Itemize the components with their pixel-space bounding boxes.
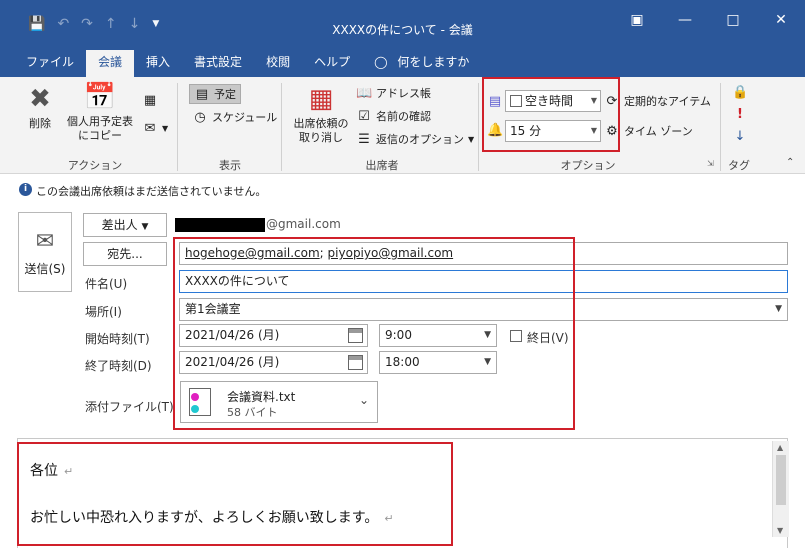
lightbulb-icon: ◯ (374, 55, 388, 69)
show-as-icon: ▤ (488, 94, 502, 109)
chevron-down-icon[interactable]: ▼ (775, 299, 782, 320)
paragraph-mark-icon: ↵ (384, 512, 394, 525)
chevron-down-icon[interactable]: ⌄ (359, 393, 369, 407)
restore-ribbon-icon[interactable]: ▣ (613, 12, 661, 28)
tab-meeting[interactable]: 会議 (86, 50, 135, 77)
maximize-icon[interactable]: □ (709, 12, 757, 28)
close-icon[interactable]: ✕ (757, 12, 805, 28)
start-date-input[interactable]: 2021/04/26 (月) (179, 324, 368, 347)
title-bar: 💾 ↶ ↷ ↑ ↓ ▼ XXXXの件について - 会議 ▣ — □ ✕ (0, 0, 805, 50)
calendar-icon[interactable] (348, 328, 363, 343)
check-names-icon: ☑ (358, 108, 370, 124)
tab-help[interactable]: ヘルプ (302, 50, 362, 77)
start-label: 開始時刻(T) (85, 332, 150, 346)
cancel-invitation-icon: ▦ (308, 84, 334, 114)
show-as-select[interactable]: 空き時間 ▼ (505, 90, 601, 112)
calendar-copy-icon: 📅 (83, 82, 117, 112)
copy-to-calendar-button[interactable]: 📅 個人用予定表 にコピー (60, 83, 140, 143)
attachment-label: 添付ファイル(T) (85, 400, 174, 414)
minimize-icon[interactable]: — (661, 12, 709, 28)
delete-button[interactable]: ✖ 削除 (22, 85, 58, 131)
recurrence-icon: ⟳ (606, 93, 618, 109)
collapse-ribbon-icon[interactable]: ⌃ (786, 157, 794, 168)
appointment-icon: ▤ (195, 86, 209, 102)
address-book-button[interactable]: 📖 アドレス帳 (356, 85, 431, 101)
response-options-button[interactable]: ☰ 返信のオプション ▼ (356, 131, 474, 147)
reminder-select[interactable]: 15 分 ▼ (505, 120, 601, 142)
send-icon: ✉ (35, 229, 55, 254)
end-label: 終了時刻(D) (85, 359, 152, 373)
redacted-sender (175, 218, 265, 232)
private-lock-icon[interactable]: 🔒 (732, 85, 748, 100)
end-date-input[interactable]: 2021/04/26 (月) (179, 351, 368, 374)
chevron-down-icon[interactable]: ▼ (484, 325, 491, 346)
tab-review[interactable]: 校閲 (254, 50, 302, 77)
chevron-down-icon: ▼ (590, 96, 597, 105)
body-line-request: お忙しい中恐れ入りますが、よろしくお願い致します。 ↵ (30, 510, 394, 526)
scroll-down-icon[interactable]: ▼ (777, 526, 783, 535)
chevron-down-icon: ▼ (590, 126, 597, 135)
paragraph-mark-icon: ↵ (64, 465, 74, 478)
scroll-thumb[interactable] (776, 455, 786, 505)
recurrence-button[interactable]: ⟳ 定期的なアイテム (604, 93, 711, 109)
scroll-up-icon[interactable]: ▲ (777, 443, 783, 452)
info-text: この会議出席依頼はまだ送信されていません。 (36, 185, 267, 198)
group-label-options: オプション (560, 159, 616, 172)
scheduling-button[interactable]: ◷ スケジュール (192, 109, 277, 125)
attachment-item[interactable]: 会議資料.txt 58 バイト ⌄ (180, 381, 378, 423)
high-importance-icon[interactable]: ! (732, 107, 748, 122)
all-day-label: 終日(V) (527, 331, 569, 345)
low-importance-icon[interactable]: ↓ (732, 129, 748, 144)
end-time-select[interactable]: 18:00 ▼ (379, 351, 497, 374)
group-label-tags: タグ (728, 159, 750, 172)
send-button[interactable]: ✉ 送信(S) (18, 212, 72, 292)
ribbon-tabs: ファイル 会議 挿入 書式設定 校閲 ヘルプ ◯ 何をしますか (0, 50, 805, 77)
check-names-button[interactable]: ☑ 名前の確認 (356, 108, 431, 124)
info-icon: i (19, 183, 32, 196)
address-book-icon: 📖 (356, 85, 373, 101)
time-zones-button[interactable]: ⚙ タイム ゾーン (604, 123, 693, 139)
subject-label: 件名(U) (85, 277, 128, 291)
text-file-icon (189, 388, 211, 416)
tab-format[interactable]: 書式設定 (182, 50, 254, 77)
all-day-checkbox[interactable] (510, 330, 522, 342)
delete-icon: ✖ (29, 84, 51, 114)
reminder-icon: 🔔 (487, 123, 504, 138)
tell-me[interactable]: ◯ 何をしますか (362, 50, 481, 77)
cancel-invitation-button[interactable]: ▦ 出席依頼の 取り消し (288, 85, 354, 145)
response-options-icon: ☰ (358, 131, 370, 147)
chevron-down-icon: ▼ (141, 222, 149, 232)
from-email-suffix: @gmail.com (266, 217, 341, 231)
more-actions-button[interactable]: ✉ ▼ (142, 121, 169, 136)
group-label-attendees: 出席者 (365, 159, 399, 172)
notes-icon: ▦ (143, 93, 157, 108)
dialog-launcher-icon[interactable]: ⇲ (707, 159, 714, 168)
chevron-down-icon[interactable]: ▼ (484, 352, 491, 373)
to-field[interactable]: hogehoge@gmail.com; piyopiyo@gmail.com (179, 242, 788, 265)
message-body[interactable] (17, 438, 788, 548)
tab-insert[interactable]: 挿入 (134, 50, 182, 77)
appointment-button[interactable]: ▤ 予定 (189, 84, 241, 104)
group-label-action: アクション (67, 159, 123, 172)
group-label-show: 表示 (219, 159, 241, 172)
envelope-icon: ✉ (144, 121, 156, 136)
meeting-notes-button[interactable]: ▦ (142, 93, 158, 108)
location-input[interactable]: 第1会議室 ▼ (179, 298, 788, 321)
start-time-select[interactable]: 9:00 ▼ (379, 324, 497, 347)
info-bar: i この会議出席依頼はまだ送信されていません。 (0, 174, 805, 204)
attachment-name: 会議資料.txt (227, 390, 296, 404)
from-button[interactable]: 差出人 ▼ (83, 213, 167, 237)
to-button[interactable]: 宛先... (83, 242, 167, 266)
tab-file[interactable]: ファイル (14, 50, 86, 77)
subject-input[interactable]: XXXXの件について (179, 270, 788, 293)
scheduling-icon: ◷ (194, 109, 206, 125)
body-scrollbar[interactable]: ▲ ▼ (772, 441, 789, 537)
calendar-icon[interactable] (348, 355, 363, 370)
location-label: 場所(I) (85, 305, 122, 319)
attachment-size: 58 バイト (227, 406, 278, 419)
ribbon: ✖ 削除 📅 個人用予定表 にコピー ▦ ✉ ▼ アクション ▤ 予定 ◷ スケ… (0, 77, 805, 174)
body-line-greeting: 各位 ↵ (30, 463, 74, 479)
time-zones-icon: ⚙ (606, 123, 618, 139)
show-as-checkbox (510, 95, 522, 107)
